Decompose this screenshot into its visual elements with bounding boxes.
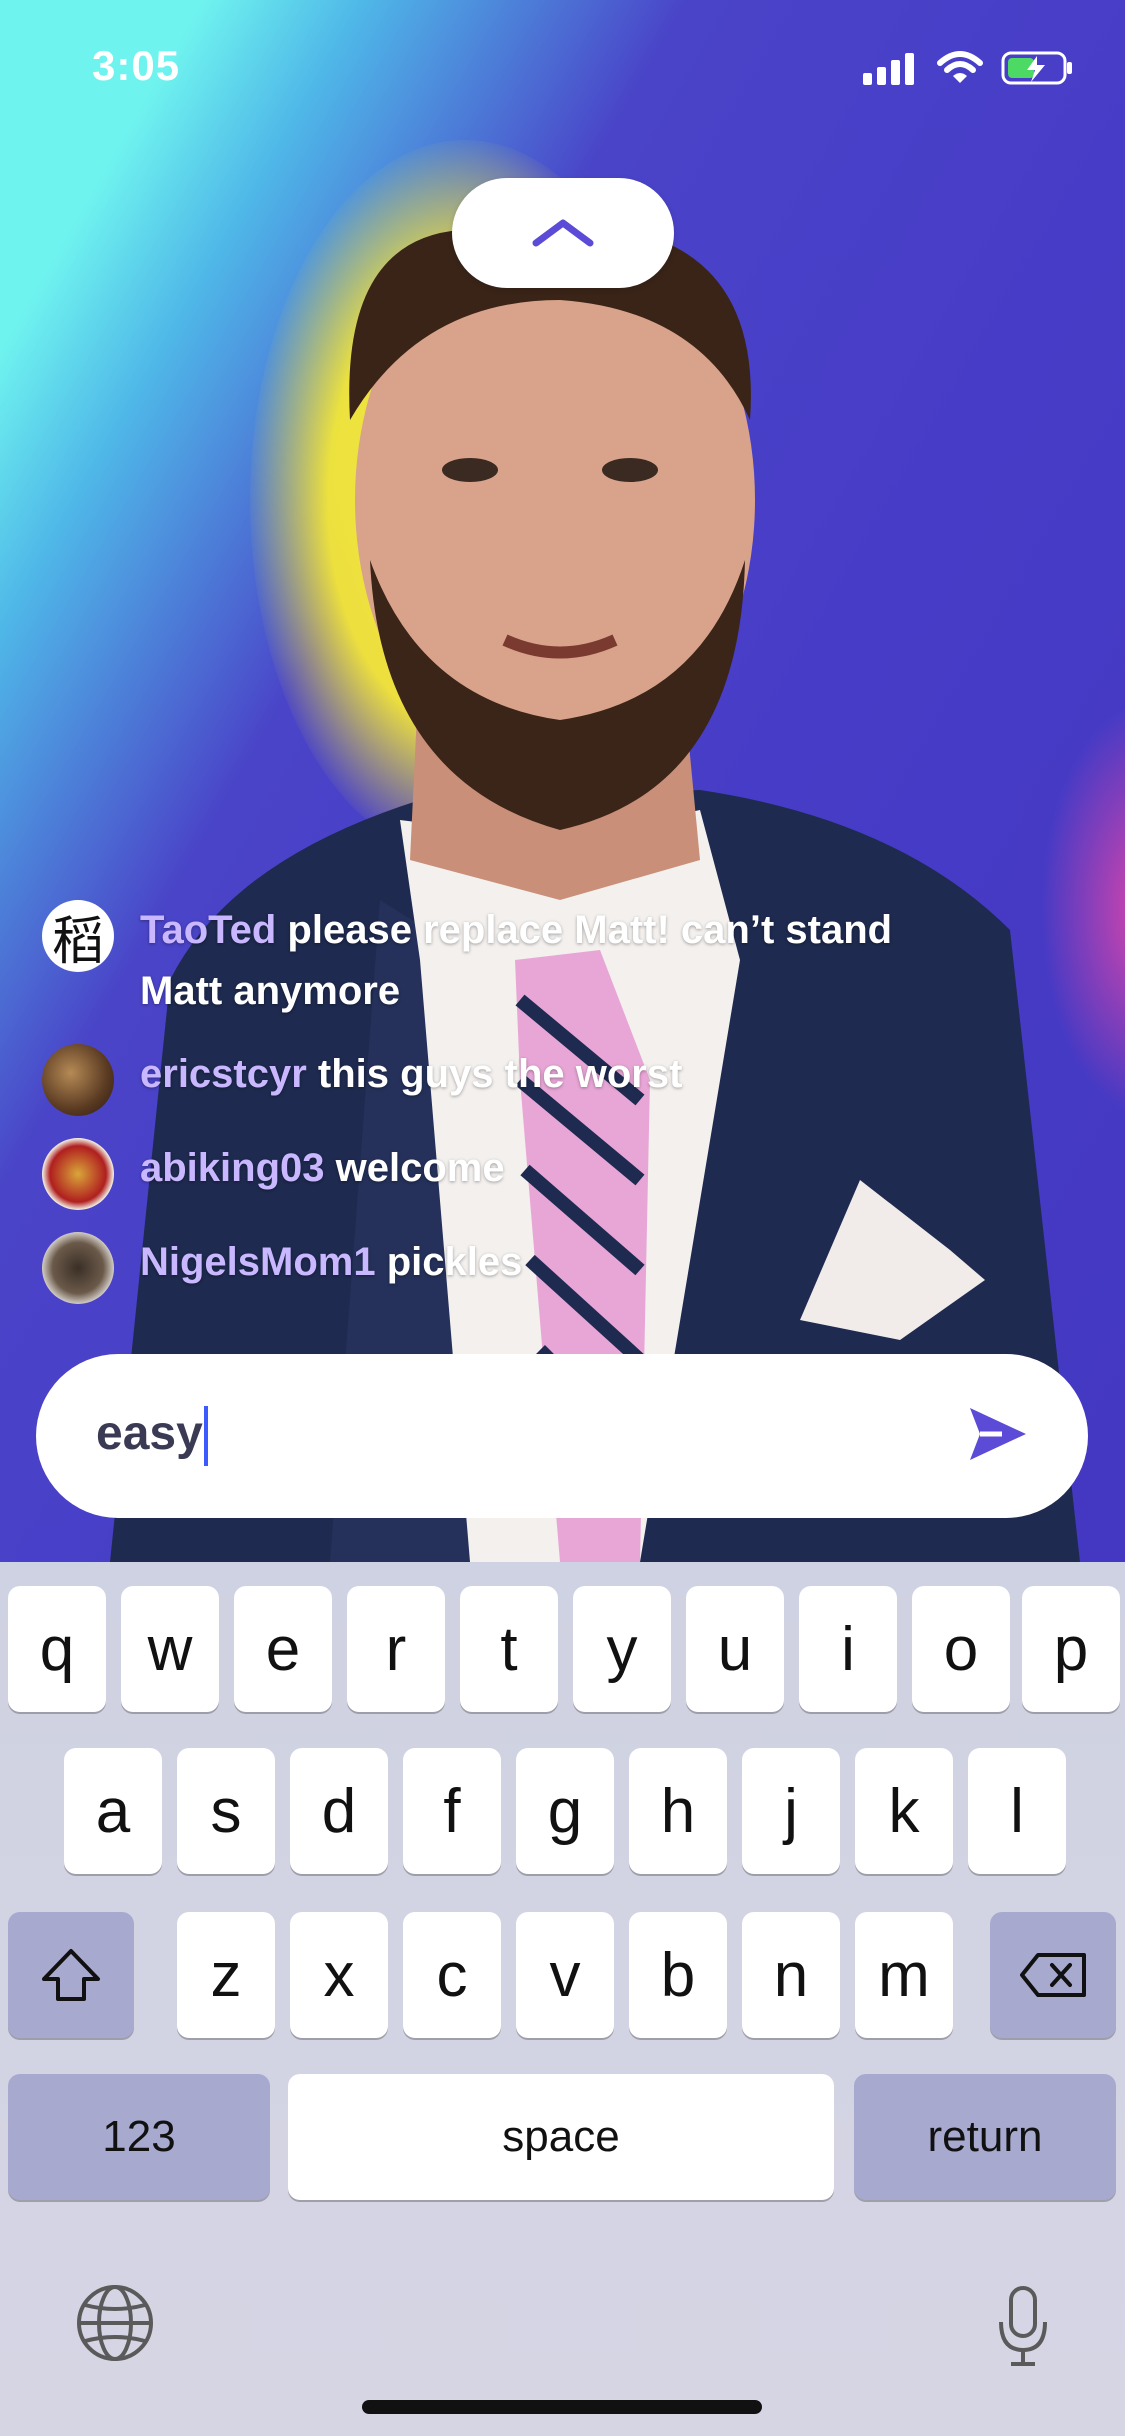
chat-input[interactable]: easy	[96, 1406, 208, 1467]
text-caret	[203, 1406, 208, 1467]
key-u[interactable]: u	[686, 1586, 784, 1712]
home-indicator	[362, 2400, 762, 2414]
microphone-icon	[999, 2286, 1047, 2366]
signal-icon	[863, 53, 914, 85]
send-button[interactable]	[966, 1404, 1030, 1469]
key-q[interactable]: q	[8, 1586, 106, 1712]
chat-message: ericstcyr this guys the worst	[42, 1044, 1082, 1116]
key-m[interactable]: m	[855, 1912, 953, 2038]
backspace-icon	[1020, 1953, 1086, 1997]
key-l[interactable]: l	[968, 1748, 1066, 1874]
chat-message: NigelsMom1 pickles	[42, 1232, 1082, 1304]
key-d[interactable]: d	[290, 1748, 388, 1874]
wifi-icon	[937, 51, 983, 83]
key-g[interactable]: g	[516, 1748, 614, 1874]
key-o[interactable]: o	[912, 1586, 1010, 1712]
chat-input-bar: easy	[36, 1354, 1088, 1518]
key-j[interactable]: j	[742, 1748, 840, 1874]
chat-username[interactable]: abiking03	[140, 1146, 325, 1190]
status-time: 3:05	[92, 42, 181, 89]
avatar[interactable]: 稻	[42, 900, 114, 972]
space-key[interactable]: space	[288, 2074, 834, 2200]
key-h[interactable]: h	[629, 1748, 727, 1874]
shift-key[interactable]	[8, 1912, 134, 2038]
key-p[interactable]: p	[1022, 1586, 1120, 1712]
key-w[interactable]: w	[121, 1586, 219, 1712]
live-video: 3:05 稻 TaoTed please replace Matt! can’t…	[0, 0, 1125, 1562]
key-i[interactable]: i	[799, 1586, 897, 1712]
chat-username[interactable]: ericstcyr	[140, 1052, 307, 1096]
chat-text: pickles	[386, 1240, 523, 1284]
collapse-button[interactable]	[452, 178, 674, 288]
avatar[interactable]	[42, 1044, 114, 1116]
chat-username[interactable]: NigelsMom1	[140, 1240, 376, 1284]
avatar[interactable]	[42, 1232, 114, 1304]
keyboard: q w e r t y u i o p a s d f g h j k l z …	[0, 1562, 1125, 2436]
shift-icon	[42, 1949, 100, 2001]
key-e[interactable]: e	[234, 1586, 332, 1712]
key-f[interactable]: f	[403, 1748, 501, 1874]
globe-button[interactable]	[72, 2280, 158, 2371]
avatar[interactable]	[42, 1138, 114, 1210]
delete-key[interactable]	[990, 1912, 1116, 2038]
chat-text: welcome	[335, 1146, 505, 1190]
key-k[interactable]: k	[855, 1748, 953, 1874]
status-bar: 3:05	[0, 0, 1125, 140]
chat-input-value: easy	[96, 1407, 203, 1460]
chat-message: abiking03 welcome	[42, 1138, 1082, 1210]
return-key[interactable]: return	[854, 2074, 1116, 2200]
microphone-button[interactable]	[995, 2284, 1051, 2375]
avatar-glyph: 稻	[51, 911, 104, 972]
key-s[interactable]: s	[177, 1748, 275, 1874]
key-b[interactable]: b	[629, 1912, 727, 2038]
chat-username[interactable]: TaoTed	[140, 908, 276, 952]
chevron-up-icon	[532, 219, 594, 247]
key-z[interactable]: z	[177, 1912, 275, 2038]
key-v[interactable]: v	[516, 1912, 614, 2038]
battery-icon	[1001, 51, 1072, 85]
key-x[interactable]: x	[290, 1912, 388, 2038]
chat-feed: 稻 TaoTed please replace Matt! can’t stan…	[42, 900, 1082, 1326]
chat-message: 稻 TaoTed please replace Matt! can’t stan…	[42, 900, 1082, 1022]
key-y[interactable]: y	[573, 1586, 671, 1712]
chat-text: this guys the worst	[317, 1052, 683, 1096]
key-r[interactable]: r	[347, 1586, 445, 1712]
numbers-key[interactable]: 123	[8, 2074, 270, 2200]
key-n[interactable]: n	[742, 1912, 840, 2038]
send-icon	[970, 1408, 1026, 1460]
globe-icon	[77, 2285, 153, 2361]
key-a[interactable]: a	[64, 1748, 162, 1874]
key-c[interactable]: c	[403, 1912, 501, 2038]
key-t[interactable]: t	[460, 1586, 558, 1712]
